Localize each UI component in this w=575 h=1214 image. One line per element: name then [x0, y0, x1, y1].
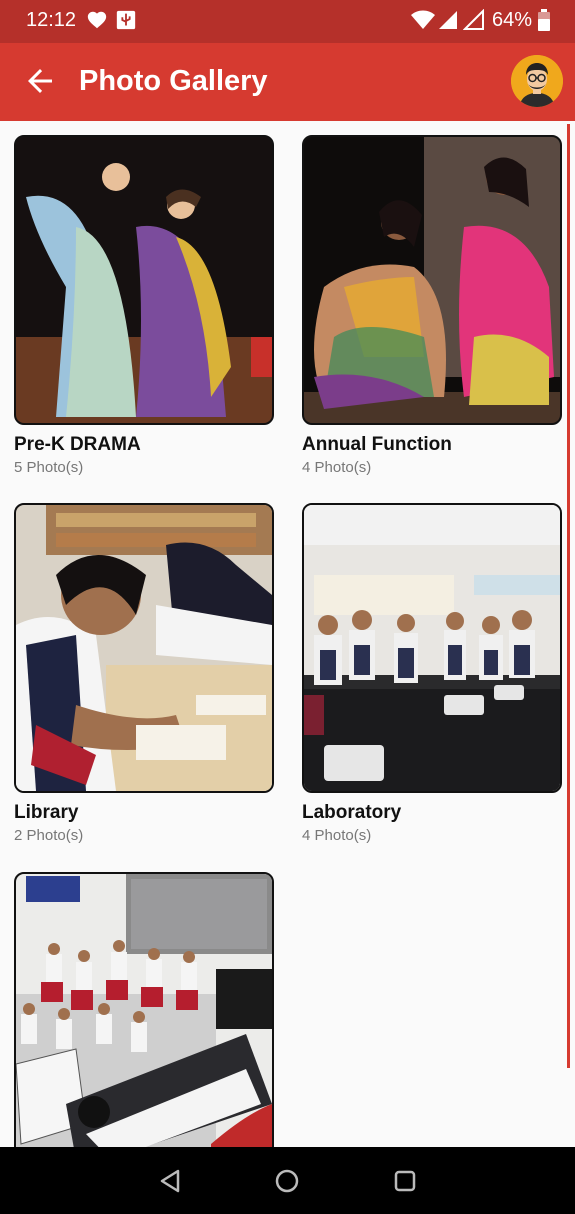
- signal-empty-icon: [462, 8, 485, 36]
- battery-icon: [538, 9, 550, 36]
- album-thumbnail: [14, 872, 274, 1147]
- usb-icon: [115, 9, 137, 36]
- nav-recents-icon[interactable]: [390, 1166, 420, 1196]
- album-photo-count: 2 Photo(s): [14, 827, 84, 844]
- back-arrow-icon[interactable]: [22, 63, 58, 99]
- album-photo-count: 4 Photo(s): [302, 827, 372, 844]
- nav-home-icon[interactable]: [272, 1166, 302, 1196]
- album-thumbnail: [302, 135, 562, 425]
- album-card[interactable]: Pre-K DRAMA 5 Photo(s): [14, 135, 274, 476]
- album-thumbnail: [14, 135, 274, 425]
- profile-avatar-icon[interactable]: [511, 55, 563, 107]
- status-time: 12:12: [26, 9, 77, 31]
- system-nav-bar: [0, 1147, 575, 1214]
- album-thumbnail: [302, 503, 562, 793]
- wifi-icon: [410, 9, 436, 36]
- page-title: Photo Gallery: [79, 65, 268, 97]
- heart-icon: [86, 9, 108, 36]
- album-title: Library: [14, 802, 79, 823]
- battery-percent: 64%: [492, 9, 533, 31]
- album-title: Laboratory: [302, 802, 402, 823]
- album-card[interactable]: [14, 872, 274, 1147]
- album-card[interactable]: Laboratory 4 Photo(s): [302, 503, 562, 844]
- app-bar: Photo Gallery: [0, 43, 575, 121]
- album-grid: Pre-K DRAMA 5 Photo(s) Annual Function 4…: [0, 121, 575, 1147]
- scrollbar[interactable]: [567, 124, 570, 1068]
- album-card[interactable]: Library 2 Photo(s): [14, 503, 274, 844]
- album-title: Annual Function: [302, 434, 452, 455]
- album-title: Pre-K DRAMA: [14, 434, 141, 455]
- album-photo-count: 4 Photo(s): [302, 459, 372, 476]
- album-photo-count: 5 Photo(s): [14, 459, 84, 476]
- status-bar: 12:12 64%: [0, 0, 575, 43]
- album-card[interactable]: Annual Function 4 Photo(s): [302, 135, 562, 476]
- album-thumbnail: [14, 503, 274, 793]
- nav-back-icon[interactable]: [156, 1166, 186, 1196]
- signal-icon: [437, 9, 459, 36]
